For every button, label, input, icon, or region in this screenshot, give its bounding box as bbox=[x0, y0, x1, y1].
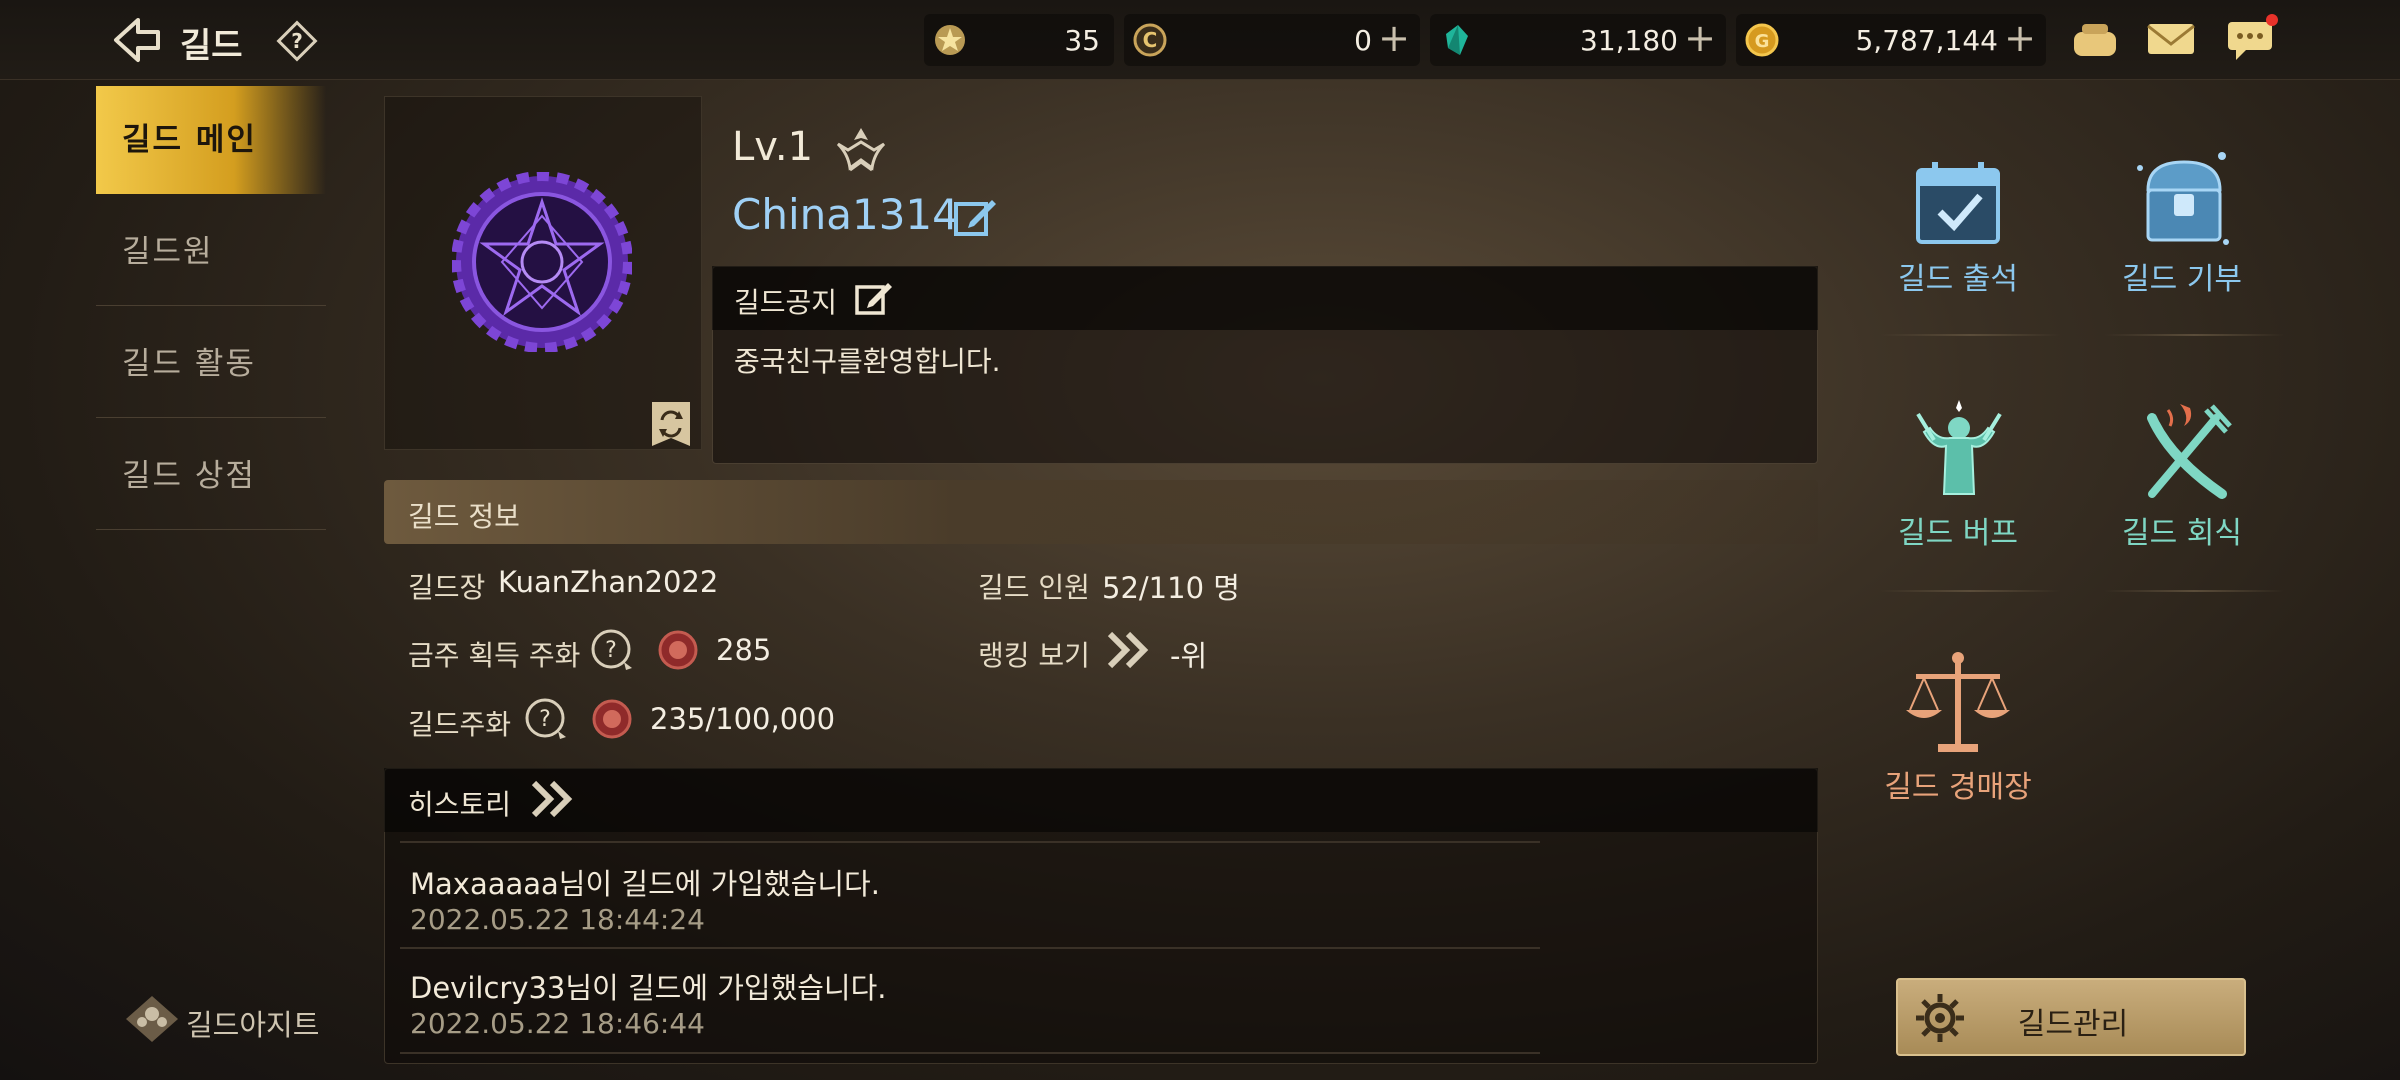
gold-value: 5,787,144 bbox=[1855, 24, 1998, 57]
guild-manage-label: 길드관리 bbox=[2017, 1007, 2129, 1042]
ranking-label: 랭킹 보기 bbox=[978, 639, 1090, 672]
history-divider bbox=[400, 947, 1540, 949]
star-medal-value: 35 bbox=[1064, 24, 1100, 57]
c-coin-value: 0 bbox=[1354, 24, 1372, 57]
green-gem-icon bbox=[1446, 25, 1468, 55]
resource-c-coin: C 0 + bbox=[1124, 14, 1420, 66]
strong-man-icon bbox=[1916, 400, 2002, 495]
svg-text:?: ? bbox=[291, 29, 303, 53]
history-entry-message: Maxaaaaa님이 길드에 가입했습니다. bbox=[410, 867, 880, 901]
svg-text:?: ? bbox=[539, 707, 551, 732]
svg-text:?: ? bbox=[605, 638, 617, 663]
help-icon[interactable]: ? bbox=[276, 20, 318, 62]
svg-text:G: G bbox=[1755, 31, 1770, 52]
change-emblem-icon[interactable] bbox=[648, 400, 694, 450]
sidebar-item-members[interactable]: 길드원 bbox=[96, 198, 326, 306]
chat-icon[interactable] bbox=[2224, 14, 2278, 64]
page-title: 길드 bbox=[180, 26, 243, 66]
history-title: 히스토리 bbox=[408, 788, 512, 821]
pouch-icon[interactable] bbox=[2068, 14, 2122, 64]
attendance-label: 길드 출석 bbox=[1898, 262, 2018, 297]
history-entry-time: 2022.05.22 18:46:44 bbox=[410, 1007, 705, 1040]
sidebar-item-shop[interactable]: 길드 상점 bbox=[96, 422, 326, 530]
c-coin-icon: C bbox=[1133, 23, 1167, 57]
guild-donation-button[interactable]: 길드 기부 bbox=[2072, 150, 2292, 310]
add-c-coin-button[interactable]: + bbox=[1378, 18, 1410, 58]
back-arrow-icon[interactable] bbox=[108, 14, 164, 66]
feature-divider bbox=[2104, 334, 2284, 336]
calendar-check-icon bbox=[1916, 162, 2000, 244]
guild-members-value: 52/110 명 bbox=[1102, 571, 1240, 605]
dinner-label: 길드 회식 bbox=[2122, 516, 2242, 551]
guild-attendance-button[interactable]: 길드 출석 bbox=[1848, 150, 2068, 310]
ranking-arrow-icon[interactable] bbox=[1104, 628, 1154, 672]
guild-members-label: 길드 인원 bbox=[978, 571, 1090, 604]
rank-crest-icon bbox=[836, 128, 886, 172]
fork-knife-icon bbox=[2147, 404, 2232, 499]
feature-divider bbox=[1880, 334, 2060, 336]
ranking-value: -위 bbox=[1170, 639, 1208, 673]
history-header bbox=[384, 768, 1818, 832]
guild-coin-value: 235/100,000 bbox=[650, 702, 836, 736]
svg-text:C: C bbox=[1143, 28, 1158, 52]
guild-coin-icon bbox=[658, 630, 698, 670]
history-entry-message: Devilcry33님이 길드에 가입했습니다. bbox=[410, 971, 887, 1005]
feature-divider bbox=[2104, 590, 2284, 592]
history-divider bbox=[400, 1052, 1540, 1054]
resource-gem: 31,180 + bbox=[1430, 14, 1726, 66]
gold-coin-icon: G bbox=[1745, 23, 1779, 57]
guild-buff-button[interactable]: 길드 버프 bbox=[1848, 398, 2068, 558]
weekly-coin-label: 금주 획득 주화 bbox=[408, 639, 581, 672]
gem-value: 31,180 bbox=[1580, 24, 1678, 57]
history-entry-time: 2022.05.22 18:44:24 bbox=[410, 903, 705, 936]
scales-icon bbox=[1906, 652, 2010, 752]
donation-label: 길드 기부 bbox=[2122, 262, 2242, 297]
guild-coin-icon-2 bbox=[592, 699, 632, 739]
history-divider bbox=[400, 841, 1540, 843]
mail-icon[interactable] bbox=[2144, 14, 2198, 64]
hideout-label: 길드아지트 bbox=[186, 1008, 320, 1042]
guild-notice-text: 중국친구를환영합니다. bbox=[734, 345, 1001, 378]
guild-dinner-button[interactable]: 길드 회식 bbox=[2072, 398, 2292, 558]
edit-guild-name-icon[interactable] bbox=[952, 194, 998, 240]
guild-name: China1314 bbox=[732, 190, 959, 239]
guild-auction-button[interactable]: 길드 경매장 bbox=[1848, 650, 2068, 810]
sidebar-item-activity[interactable]: 길드 활동 bbox=[96, 310, 326, 418]
weekly-coin-value: 285 bbox=[716, 633, 772, 667]
guild-level: Lv.1 bbox=[732, 124, 814, 170]
sidebar-item-guild-main[interactable]: 길드 메인 bbox=[96, 86, 326, 194]
edit-notice-icon[interactable] bbox=[854, 278, 894, 318]
guild-manage-button[interactable]: 길드관리 bbox=[1896, 978, 2246, 1056]
weekly-coin-help-icon[interactable]: ? bbox=[590, 628, 634, 672]
feature-divider bbox=[1880, 590, 2060, 592]
resource-star-medal: 35 bbox=[924, 14, 1114, 66]
history-arrow-icon[interactable] bbox=[528, 778, 580, 820]
treasure-chest-icon bbox=[2137, 152, 2229, 245]
resource-gold: G 5,787,144 + bbox=[1736, 14, 2046, 66]
add-gem-button[interactable]: + bbox=[1684, 18, 1716, 58]
guild-coin-label: 길드주화 bbox=[408, 708, 512, 741]
guild-info-header bbox=[384, 480, 1818, 544]
buff-label: 길드 버프 bbox=[1898, 516, 2018, 551]
hideout-icon bbox=[126, 996, 178, 1042]
guild-coin-help-icon[interactable]: ? bbox=[524, 697, 568, 741]
guild-emblem-icon bbox=[452, 172, 632, 352]
guild-leader-label: 길드장 bbox=[408, 571, 486, 604]
star-medal-icon bbox=[935, 25, 965, 55]
add-gold-button[interactable]: + bbox=[2004, 18, 2036, 58]
guild-info-title: 길드 정보 bbox=[408, 500, 520, 533]
guild-notice-title: 길드공지 bbox=[734, 286, 838, 319]
guild-leader-value: KuanZhan2022 bbox=[498, 565, 719, 599]
auction-label: 길드 경매장 bbox=[1884, 770, 2032, 805]
